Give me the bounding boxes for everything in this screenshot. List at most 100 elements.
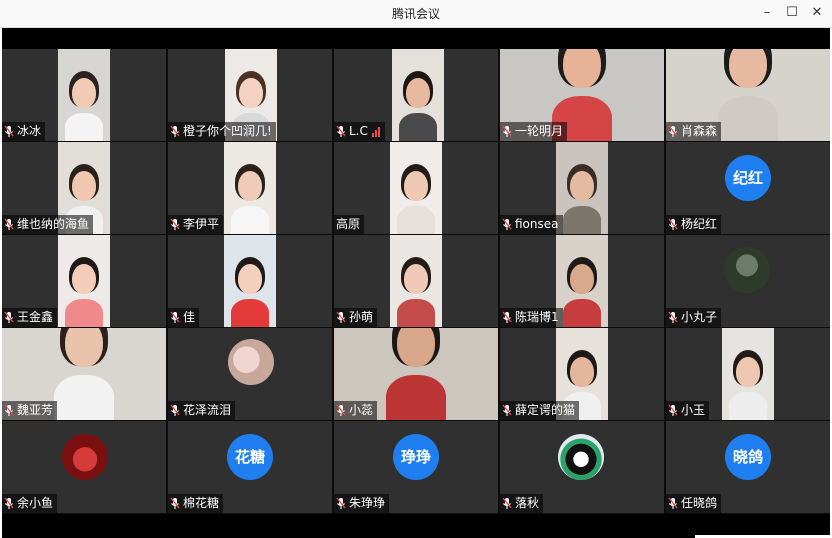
participant-name: 橙子你个凹润几! (183, 124, 272, 138)
participant-tile-13[interactable]: 孙萌 (334, 235, 498, 327)
participant-name-label: 维也纳的海鱼 (2, 215, 94, 234)
participant-tile-1[interactable]: 冰冰 (2, 49, 166, 141)
participant-name-label: 高原 (334, 215, 365, 234)
mic-muted-icon (502, 218, 512, 231)
mic-muted-icon (170, 404, 180, 417)
participant-name: 陈瑞博1 (515, 310, 559, 324)
participant-tile-15[interactable]: 小丸子 (666, 235, 830, 327)
mic-muted-icon (170, 218, 180, 231)
participant-name-label: 花泽流泪 (168, 401, 236, 420)
participant-name-label: 小蕊 (334, 401, 378, 420)
mic-muted-icon (170, 497, 180, 510)
mic-muted-icon (336, 311, 346, 324)
weak-signal-icon (371, 126, 381, 137)
participant-tile-5[interactable]: 肖森森 (666, 49, 830, 141)
top-toolbar-band (2, 28, 830, 49)
participant-tile-21[interactable]: 余小鱼 (2, 421, 166, 513)
avatar: 纪红 (725, 155, 771, 201)
mic-muted-icon (170, 311, 180, 324)
mic-muted-icon (4, 497, 14, 510)
participant-name: 维也纳的海鱼 (17, 217, 90, 231)
participant-name-label: 薛定谔的猫 (500, 401, 580, 420)
participant-name: 肖森森 (681, 124, 718, 138)
mic-muted-icon (336, 125, 346, 138)
participant-name-label: 佳 (168, 308, 200, 327)
participant-name: 冰冰 (17, 124, 42, 138)
participant-name: 任晓鸽 (681, 496, 718, 510)
participant-tile-2[interactable]: 橙子你个凹润几! (168, 49, 332, 141)
participant-name: fionsea (515, 217, 559, 231)
participant-grid: 冰冰 橙子你个凹润几! L.C 一轮明月 肖森森维也纳的海鱼 李伊平 高原 fionsea 纪红… (2, 49, 830, 514)
participant-video (224, 142, 276, 234)
participant-name-label: 落秋 (500, 494, 544, 513)
participant-video (556, 235, 608, 327)
mic-muted-icon (502, 125, 512, 138)
maximize-icon[interactable]: ☐ (780, 3, 804, 23)
participant-tile-11[interactable]: 王金鑫 (2, 235, 166, 327)
participant-tile-23[interactable]: 琤琤 朱琤琤 (334, 421, 498, 513)
participant-tile-9[interactable]: fionsea (500, 142, 664, 234)
participant-name-label: 橙子你个凹润几! (168, 122, 276, 141)
avatar: 琤琤 (393, 434, 439, 480)
mic-muted-icon (502, 311, 512, 324)
participant-video (58, 49, 110, 141)
participant-name: 落秋 (515, 496, 540, 510)
participant-tile-14[interactable]: 陈瑞博1 (500, 235, 664, 327)
participant-name: 小玉 (681, 403, 706, 417)
participant-tile-6[interactable]: 维也纳的海鱼 (2, 142, 166, 234)
mic-muted-icon (668, 497, 678, 510)
mic-muted-icon (668, 218, 678, 231)
participant-tile-4[interactable]: 一轮明月 (500, 49, 664, 141)
participant-video (224, 235, 276, 327)
participant-name: 佳 (183, 310, 196, 324)
mic-muted-icon (336, 497, 346, 510)
participant-tile-12[interactable]: 佳 (168, 235, 332, 327)
participant-name: 花泽流泪 (183, 403, 232, 417)
participant-tile-19[interactable]: 薛定谔的猫 (500, 328, 664, 420)
participant-name-label: 陈瑞博1 (500, 308, 563, 327)
participant-tile-22[interactable]: 花糖 棉花糖 (168, 421, 332, 513)
close-icon[interactable]: ✕ (805, 3, 829, 23)
mic-muted-icon (4, 218, 14, 231)
avatar (228, 339, 274, 385)
avatar: 晓鸽 (725, 434, 771, 480)
title-bar: 腾讯会议 – ☐ ✕ (0, 0, 832, 28)
participant-name-label: 朱琤琤 (334, 494, 390, 513)
participant-name-label: fionsea (500, 215, 563, 234)
participant-video (390, 235, 442, 327)
participant-name: 小蕊 (349, 403, 374, 417)
participant-name: 高原 (336, 217, 361, 231)
participant-video (556, 142, 608, 234)
mic-muted-icon (502, 404, 512, 417)
participant-tile-18[interactable]: 小蕊 (334, 328, 498, 420)
window-title: 腾讯会议 (391, 7, 440, 21)
avatar (558, 434, 604, 480)
participant-name: 棉花糖 (183, 496, 220, 510)
participant-name: 孙萌 (349, 310, 374, 324)
participant-tile-24[interactable]: 落秋 (500, 421, 664, 513)
participant-name-label: 魏亚芳 (2, 401, 58, 420)
participant-tile-7[interactable]: 李伊平 (168, 142, 332, 234)
mic-muted-icon (170, 125, 180, 138)
minimize-icon[interactable]: – (755, 3, 779, 23)
mic-muted-icon (4, 404, 14, 417)
participant-name-label: 小丸子 (666, 308, 722, 327)
participant-video (390, 142, 442, 234)
participant-name-label: 棉花糖 (168, 494, 224, 513)
participant-video (722, 328, 774, 420)
participant-tile-10[interactable]: 纪红 杨纪红 (666, 142, 830, 234)
participant-tile-17[interactable]: 花泽流泪 (168, 328, 332, 420)
participant-name-label: 肖森森 (666, 122, 722, 141)
mic-muted-icon (336, 404, 346, 417)
participant-tile-8[interactable]: 高原 (334, 142, 498, 234)
participant-name: 王金鑫 (17, 310, 54, 324)
participant-name-label: 余小鱼 (2, 494, 58, 513)
participant-tile-3[interactable]: L.C (334, 49, 498, 141)
participant-name: 余小鱼 (17, 496, 54, 510)
participant-tile-25[interactable]: 晓鸽任晓鸽 (666, 421, 830, 513)
participant-name-label: 小玉 (666, 401, 710, 420)
participant-video (392, 49, 444, 141)
participant-tile-20[interactable]: 小玉 (666, 328, 830, 420)
mic-muted-icon (4, 311, 14, 324)
participant-tile-16[interactable]: 魏亚芳 (2, 328, 166, 420)
